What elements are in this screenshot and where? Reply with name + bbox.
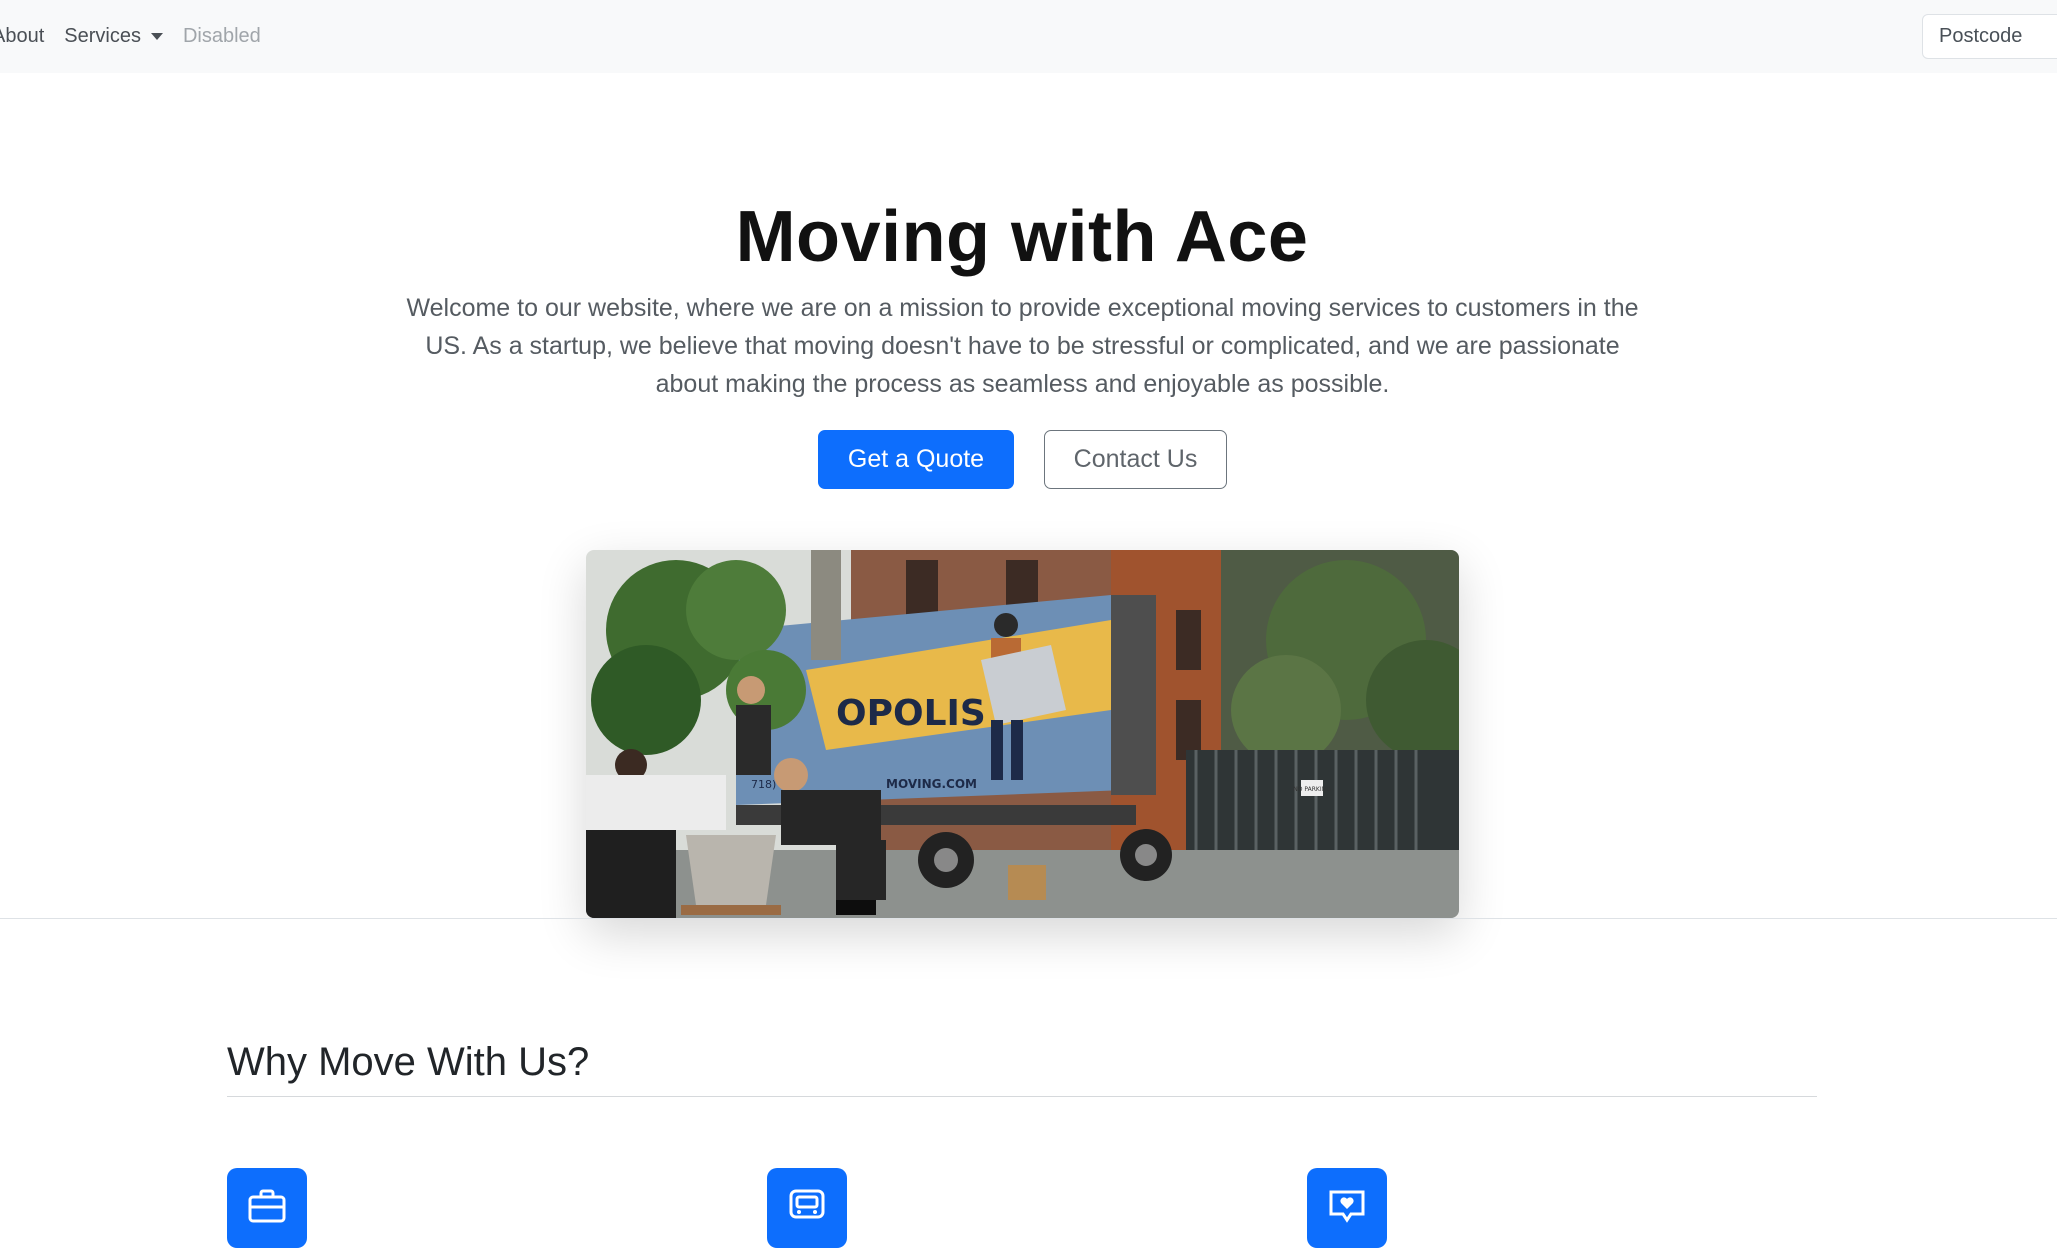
feature-icon-box-2 <box>767 1168 847 1248</box>
nav-link-services-label: Services <box>64 25 141 47</box>
truck-website-text: MOVING.COM <box>886 777 977 791</box>
nav-link-disabled: Disabled <box>182 25 261 47</box>
features-title: Why Move With Us? <box>227 1040 590 1084</box>
nav-link-about[interactable]: About <box>0 25 44 48</box>
nav-links: About Services Disabled <box>0 0 281 73</box>
postcode-input[interactable] <box>1922 14 2057 59</box>
contact-us-button[interactable]: Contact Us <box>1044 430 1227 489</box>
bus-icon <box>789 1189 825 1219</box>
get-quote-button[interactable]: Get a Quote <box>818 430 1014 489</box>
hero-image: NO PARKING OPOLIS MOVING.COM 718) 320 <box>586 550 1459 918</box>
section-divider <box>0 918 2057 919</box>
chevron-down-icon <box>150 33 163 40</box>
feature-icon-box-1 <box>227 1168 307 1248</box>
hero-description: Welcome to our website, where we are on … <box>406 294 1639 398</box>
chat-heart-icon <box>1329 1190 1365 1223</box>
no-parking-sign: NO PARKING <box>1293 786 1331 793</box>
hero-title: Moving with Ace <box>735 197 1309 277</box>
feature-icon-box-3 <box>1307 1168 1387 1248</box>
truck-logo-text: OPOLIS <box>836 693 986 734</box>
briefcase-icon <box>248 1189 286 1223</box>
nav-link-services[interactable]: Services <box>64 25 163 48</box>
navbar: About Services Disabled <box>0 0 2057 73</box>
features-rule <box>227 1096 1817 1097</box>
